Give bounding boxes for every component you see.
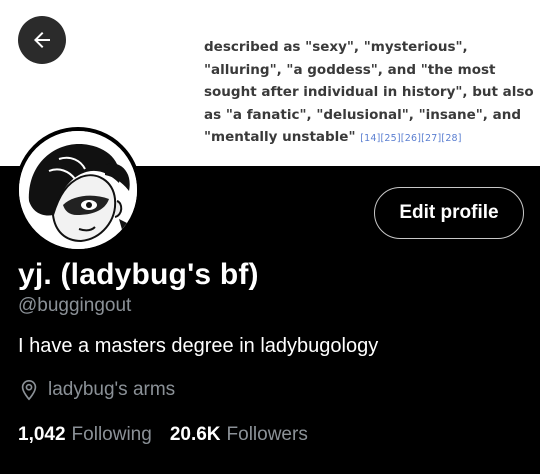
follow-stats: 1,042 Following 20.6K Followers: [18, 424, 326, 446]
user-handle: @buggingout: [18, 295, 132, 316]
banner-quote-refs: [14][25][26][27][28]: [360, 133, 462, 144]
followers-count: 20.6K: [169, 424, 221, 445]
display-name: yj. (ladybug's bf): [18, 258, 259, 291]
followers-link[interactable]: 20.6K Followers: [170, 424, 308, 446]
following-link[interactable]: 1,042 Following: [18, 424, 152, 446]
location-text: ladybug's arms: [48, 379, 176, 400]
avatar-image: [19, 131, 137, 249]
followers-label: Followers: [226, 424, 308, 445]
back-button[interactable]: [18, 16, 66, 64]
location-pin-icon: [21, 380, 37, 401]
location: ladybug's arms: [18, 379, 175, 401]
user-bio: I have a masters degree in ladybugology: [18, 335, 379, 357]
avatar[interactable]: [15, 127, 141, 253]
arrow-left-icon: [34, 32, 50, 48]
banner-quote: described as "sexy", "mysterious", "allu…: [204, 36, 534, 151]
following-label: Following: [71, 424, 152, 445]
edit-profile-button[interactable]: Edit profile: [374, 187, 524, 239]
following-count: 1,042: [18, 424, 66, 445]
banner-quote-text: described as "sexy", "mysterious", "allu…: [204, 39, 534, 145]
